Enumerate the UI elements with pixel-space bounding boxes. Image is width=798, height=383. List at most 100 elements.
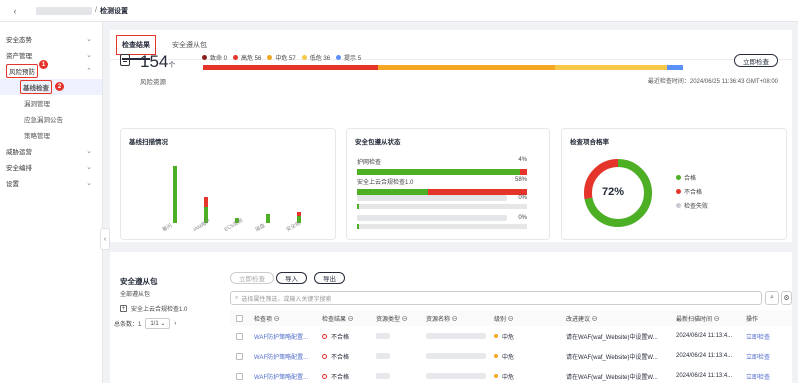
chevron-up-icon: ⌃ — [86, 68, 92, 75]
sidebar-item-security-posture[interactable]: 安全态势 ⌄ — [0, 31, 102, 47]
back-arrow-icon[interactable]: ‹ — [8, 4, 22, 18]
bar-fail[interactable] — [297, 212, 301, 216]
sidebar-item-security-orchestration[interactable]: 安全编排 ⌄ — [0, 159, 102, 175]
check-item-link[interactable]: WAF防护策略配置... — [254, 328, 308, 344]
bar-pass[interactable] — [266, 213, 270, 223]
sidebar-item-risk-prevention[interactable]: 风险预防 1 ⌃ — [0, 60, 102, 79]
settings-button[interactable]: ⚙ — [781, 291, 792, 305]
checkbox — [236, 352, 243, 360]
compliance-row[interactable]: 安全上云合规检查1.0 58% — [357, 177, 527, 195]
compliance-bar-pass — [357, 224, 359, 229]
plus-icon: + — [120, 305, 127, 312]
sidebar-item-settings[interactable]: 设置 ⌄ — [0, 175, 102, 191]
baseline-check-highlight: 基线检查 2 — [20, 80, 64, 94]
compliance-status-card: 安全包遵从状态 护网检查 4% 安全上云合规检查1.0 58% 0% 0% — [346, 128, 550, 240]
resource-type-redacted — [376, 328, 390, 344]
severity-segment — [377, 65, 556, 70]
compliance-label: 安全上云合规检查1.0 — [357, 180, 414, 186]
compliance-percent: 58% — [514, 177, 527, 183]
page-select[interactable]: 1/1 ⌄ — [145, 318, 171, 329]
row-checkbox[interactable] — [236, 328, 243, 344]
all-packages-item[interactable]: 全部遵从包 — [120, 289, 150, 298]
check-item-link[interactable]: WAF防护策略配置... — [254, 348, 308, 364]
search-placeholder: 选择属性筛选，或输入关键字搜索 — [241, 296, 332, 303]
risk-count-unit: 个 — [168, 62, 176, 69]
advice: 请在WAF(waf_Website)中设置W... — [566, 374, 658, 381]
redacted-label — [357, 195, 507, 201]
compliance-percent: 0% — [518, 195, 527, 201]
severity-dot — [494, 334, 498, 338]
compliance-bar — [357, 204, 527, 209]
legend-dot — [202, 55, 207, 60]
sidebar-collapse-handle[interactable]: ‹ — [100, 228, 110, 250]
row-check-now-link[interactable]: 立即检查 — [746, 328, 770, 344]
col-scan-time[interactable]: 最新扫描时间 ⊖ — [676, 310, 720, 326]
col-resource-name[interactable]: 资源名称 ⊖ — [426, 310, 458, 326]
compliance-row[interactable]: 护网检查 4% — [357, 157, 527, 175]
sidebar-item-asset-management[interactable]: 资产管理 ⌄ — [0, 47, 102, 63]
compliance-bar — [357, 169, 527, 175]
col-resource-type[interactable]: 资源类型 ⊖ — [376, 310, 408, 326]
risk-summary: 154个 风险资源 致命 0 高危 56 中危 57 低危 36 提示 5 立即… — [120, 48, 790, 116]
table-row[interactable]: WAF防护策略配置... 不合格 中危 请在WAF(waf_Website)中设… — [230, 368, 792, 383]
breadcrumb-current: 检测设置 — [99, 7, 128, 15]
page-select-value: 1/1 — [150, 321, 159, 327]
row-checkbox[interactable] — [236, 368, 243, 383]
resource-type-redacted — [376, 368, 390, 383]
compliance-percent: 4% — [518, 157, 527, 163]
x-tick-label: IAM用户 — [192, 218, 212, 234]
package-item[interactable]: + 安全上云合规检查1.0 — [120, 304, 187, 313]
x-tick-label: ECS实例 — [223, 217, 245, 234]
chevron-down-icon: ⌄ — [86, 148, 92, 155]
legend-critical: 致命 0 — [202, 53, 227, 62]
risk-count-value: 154 — [140, 52, 169, 71]
row-check-now-link[interactable]: 立即检查 — [746, 348, 770, 364]
sidebar-item-label: 安全编排 — [6, 165, 32, 172]
col-check-result[interactable]: 检查结果 ⊖ — [322, 310, 354, 326]
sidebar-item-baseline-check[interactable]: 基线检查 2 — [0, 79, 102, 95]
chevron-down-icon: ⌄ — [86, 180, 92, 187]
col-check-item[interactable]: 检查项 ⊖ — [254, 310, 280, 326]
check-now-button[interactable]: 立即检查 — [734, 54, 778, 67]
redacted-label — [357, 215, 507, 221]
search-icon: ⌕ — [770, 294, 774, 301]
table-row[interactable]: WAF防护策略配置... 不合格 中危 请在WAF(waf_Website)中设… — [230, 348, 792, 364]
table-row[interactable]: WAF防护策略配置... 不合格 中危 请在WAF(waf_Website)中设… — [230, 328, 792, 344]
import-button[interactable]: 导入 — [276, 272, 307, 284]
search-input[interactable]: ⌕ 选择属性筛选，或输入关键字搜索 — [230, 291, 762, 305]
fail-status-icon — [322, 373, 327, 379]
bar-fail[interactable] — [204, 197, 208, 207]
bar-pass[interactable] — [173, 166, 177, 223]
sidebar-item-label: 基线检查 — [23, 85, 49, 92]
sidebar-item-emergency-vuln-notice[interactable]: 应急漏洞公告 — [0, 111, 102, 127]
step-badge-1: 1 — [39, 60, 48, 69]
search-button[interactable]: ⌕ — [765, 291, 779, 305]
chevron-down-icon: ⌄ — [86, 36, 92, 43]
col-level[interactable]: 级别 ⊖ — [494, 310, 514, 326]
select-all-checkbox[interactable] — [236, 310, 243, 326]
redacted-value — [376, 373, 390, 379]
compliance-row[interactable]: 0% — [357, 195, 527, 209]
severity-segment — [667, 65, 683, 70]
row-check-now-link[interactable]: 立即检查 — [746, 368, 770, 383]
check-now-button-disabled[interactable]: 立即检查 — [230, 272, 274, 284]
col-advice[interactable]: 改进建议 ⊖ — [566, 310, 598, 326]
row-checkbox[interactable] — [236, 348, 243, 364]
compliance-bar-pass — [357, 204, 359, 209]
export-button[interactable]: 导出 — [314, 272, 345, 284]
sidebar: 安全态势 ⌄ 资产管理 ⌄ 风险预防 1 ⌃ 基线检查 2 漏洞管理 应急漏洞公告 … — [0, 22, 103, 383]
search-icon: ⌕ — [235, 294, 239, 301]
compliance-row[interactable]: 0% — [357, 215, 527, 229]
sidebar-item-threat-operations[interactable]: 威胁运营 ⌄ — [0, 143, 102, 159]
legend-dot — [676, 189, 681, 194]
legend-dot — [676, 175, 681, 180]
chevron-right-icon[interactable]: › — [174, 321, 176, 327]
check-item-link[interactable]: WAF防护策略配置... — [254, 368, 308, 383]
resource-name-redacted — [426, 348, 486, 364]
sidebar-item-vulnerability-management[interactable]: 漏洞管理 — [0, 95, 102, 111]
breadcrumb-parent-redacted[interactable] — [36, 6, 92, 15]
x-tick-label: 着问 — [161, 222, 174, 234]
legend-high: 高危 56 — [233, 53, 261, 62]
x-tick-label: 磁盘 — [254, 222, 267, 234]
sidebar-item-policy-management[interactable]: 策略管理 — [0, 127, 102, 143]
